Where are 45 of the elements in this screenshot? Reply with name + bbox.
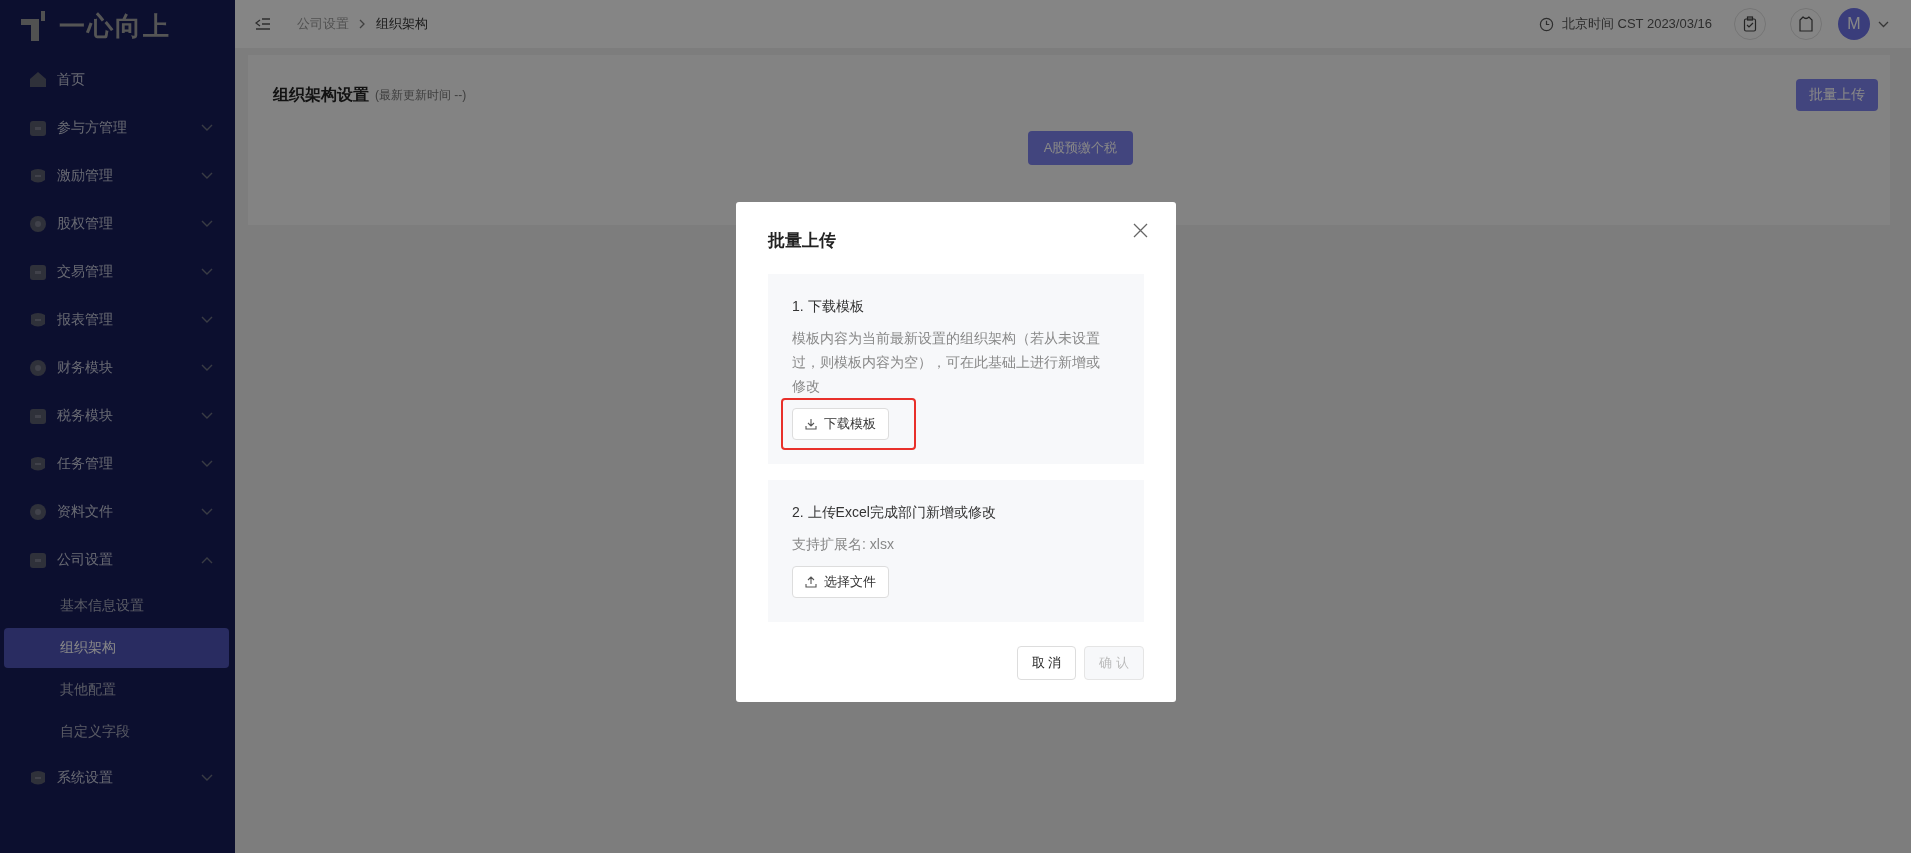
download-icon bbox=[805, 418, 817, 430]
breadcrumb-item: 组织架构 bbox=[376, 15, 428, 33]
nav-item[interactable]: 资料文件 bbox=[0, 488, 235, 536]
clipboard-check-icon bbox=[1743, 16, 1757, 32]
shirt-icon bbox=[1799, 16, 1813, 32]
circle-icon bbox=[28, 214, 48, 234]
download-template-button[interactable]: 下载模板 bbox=[792, 408, 889, 440]
nav-item[interactable]: 财务模块 bbox=[0, 344, 235, 392]
page-title: 组织架构设置 bbox=[273, 84, 369, 105]
choose-file-button[interactable]: 选择文件 bbox=[792, 566, 889, 598]
nav-item[interactable]: 公司设置 bbox=[0, 536, 235, 584]
step-heading: 2. 上传Excel完成部门新增或修改 bbox=[792, 504, 997, 522]
step-description: 支持扩展名: xlsx bbox=[792, 535, 895, 554]
last-updated-text: (最新更新时间 --) bbox=[375, 86, 467, 104]
nav-subitem[interactable]: 自定义字段 bbox=[4, 712, 229, 752]
upload-icon bbox=[805, 576, 817, 588]
house-icon bbox=[28, 70, 48, 90]
nav-item[interactable]: 税务模块 bbox=[0, 392, 235, 440]
dialog-title: 批量上传 bbox=[768, 229, 836, 252]
user-avatar[interactable]: M bbox=[1838, 8, 1870, 40]
nav-subitem[interactable]: 基本信息设置 bbox=[4, 586, 229, 626]
logo-text: 一心向上 bbox=[59, 9, 171, 43]
nav-item[interactable]: 股权管理 bbox=[0, 200, 235, 248]
tab-button[interactable]: A股预缴个税 bbox=[1027, 131, 1134, 165]
server-time: 北京时间 CST 2023/03/16 bbox=[1561, 15, 1712, 33]
clipboard-check-button[interactable] bbox=[1734, 8, 1766, 40]
chevron-right-icon bbox=[359, 19, 366, 29]
collapse-menu-icon[interactable] bbox=[255, 17, 271, 31]
nav-item[interactable]: 激励管理 bbox=[0, 152, 235, 200]
chevron-down-icon[interactable] bbox=[1878, 20, 1889, 28]
nav-item[interactable]: 系统设置 bbox=[0, 754, 235, 802]
clock-icon bbox=[1538, 16, 1554, 32]
shirt-button[interactable] bbox=[1790, 8, 1822, 40]
step-description: 模板内容为当前最新设置的组织架构（若从未设置过，则模板内容为空），可在此基础上进行新增或修改 bbox=[792, 329, 1101, 396]
cancel-button[interactable]: 取 消 bbox=[1016, 646, 1077, 680]
nav-subitem[interactable]: 组织架构 bbox=[4, 628, 229, 668]
nav-subitem[interactable]: 其他配置 bbox=[4, 670, 229, 710]
logo-icon bbox=[21, 11, 47, 41]
nav-item[interactable]: 报表管理 bbox=[0, 296, 235, 344]
nav-item[interactable]: 首页 bbox=[0, 56, 235, 104]
nav-item[interactable]: 交易管理 bbox=[0, 248, 235, 296]
nav-item[interactable]: 任务管理 bbox=[0, 440, 235, 488]
nav-item[interactable]: 参与方管理 bbox=[0, 104, 235, 152]
close-icon[interactable] bbox=[1133, 222, 1148, 238]
step-heading: 1. 下载模板 bbox=[792, 298, 865, 316]
